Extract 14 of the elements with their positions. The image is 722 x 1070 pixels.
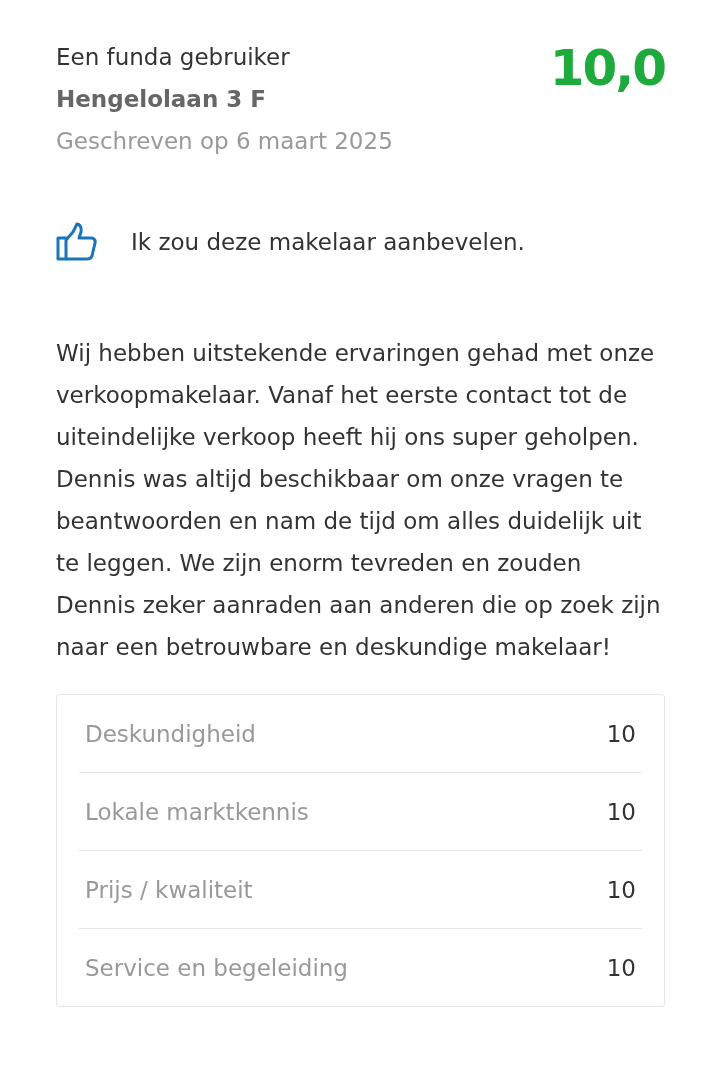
review-text: Wij hebben uitstekende ervaringen gehad met onze verkoopmakelaar. Vanaf het eerste contact tot de uiteindelijke verkoop heeft hij ons super geholpen. Dennis was altijd beschikbaar om onze vragen te beantwoorden en nam de tijd om alles duidelijk uit te leggen. We zijn enorm tevreden en zouden Dennis zeker aanraden aan anderen die op zoek zijn naar een betrouwbare en deskundige makelaar! [56, 339, 662, 662]
author-name: Een funda gebruiker [56, 43, 291, 72]
rating-value: 10 [606, 954, 636, 981]
rating-value: 10 [606, 798, 636, 825]
review-score: 10,0 [549, 38, 665, 98]
rating-label: Prijs / kwaliteit [85, 876, 253, 903]
rating-label: Deskundigheid [85, 720, 256, 747]
rating-label: Lokale marktkennis [85, 798, 309, 825]
rating-value: 10 [606, 876, 636, 903]
recommendation-text: Ik zou deze makelaar aanbevelen. [131, 229, 525, 255]
rating-label: Service en begeleiding [85, 954, 348, 981]
review-date: Geschreven op 6 maart 2025 [56, 127, 393, 156]
address: Hengelolaan 3 F [56, 85, 267, 114]
rating-value: 10 [606, 720, 636, 747]
